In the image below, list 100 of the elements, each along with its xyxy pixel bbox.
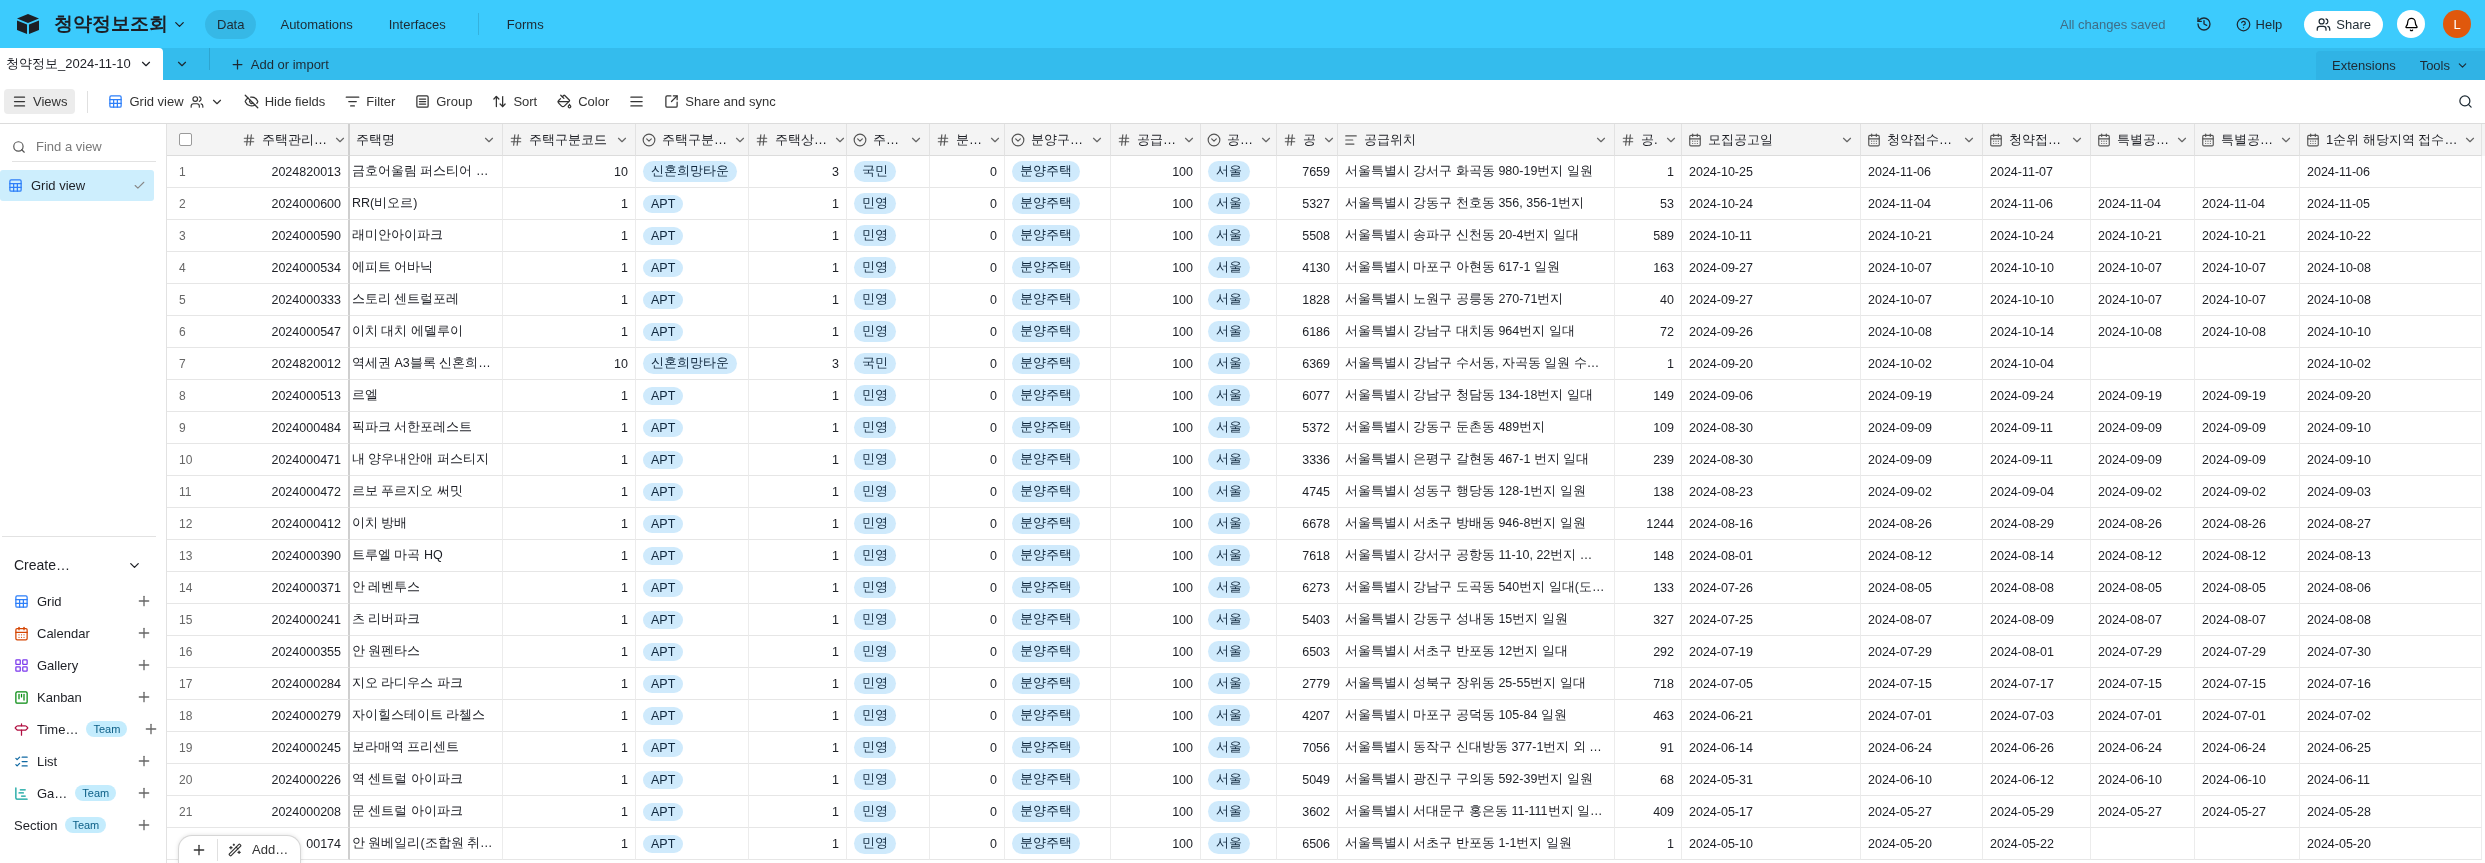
column-header[interactable]: 공급위치 xyxy=(1338,124,1615,156)
create-view-item[interactable]: Section Team xyxy=(2,809,156,841)
table-tab[interactable]: 청약정보_2024-11-10 xyxy=(0,48,163,80)
option-tag: 민영 xyxy=(854,225,896,246)
option-tag: 서울 xyxy=(1208,193,1250,214)
group-button[interactable]: Group xyxy=(407,89,481,114)
nav-tab[interactable]: Data xyxy=(205,9,257,39)
calendar-icon xyxy=(1867,132,1881,147)
column-header[interactable]: 공 xyxy=(1277,124,1338,156)
option-tag: APT xyxy=(643,578,684,597)
team-badge: Team xyxy=(86,721,128,737)
plus-icon xyxy=(136,625,152,641)
find-view-field[interactable]: Find a view xyxy=(34,138,148,155)
share-sync-button[interactable]: Share and sync xyxy=(656,89,784,114)
column-header[interactable]: 주택상… xyxy=(749,124,847,156)
option-tag: 분양주택 xyxy=(1012,833,1080,854)
create-view-item[interactable]: Gallery xyxy=(2,649,156,681)
item-label: Grid xyxy=(37,593,62,609)
lines-icon xyxy=(629,94,645,109)
create-view-item[interactable]: Kanban xyxy=(2,681,156,713)
column-header[interactable]: 모집공고일 xyxy=(1682,124,1861,156)
hash-icon xyxy=(755,132,769,147)
share-button[interactable]: Share xyxy=(2304,10,2383,38)
column-header[interactable]: 분양구… xyxy=(1005,124,1111,156)
table-cell: 1 xyxy=(749,828,847,860)
view-label: Grid view xyxy=(31,178,87,193)
column-header[interactable]: 주택구분코드 xyxy=(503,124,636,156)
option-tag: 민영 xyxy=(854,385,896,406)
create-section-toggle[interactable]: Create… xyxy=(2,549,156,581)
item-label: Time… xyxy=(37,721,79,737)
hash-icon xyxy=(242,132,256,147)
nav-tab[interactable]: Forms xyxy=(494,9,556,39)
notifications-button[interactable] xyxy=(2397,10,2425,38)
add-import-button[interactable]: Add or import xyxy=(217,48,341,80)
option-tag: 민영 xyxy=(854,577,896,598)
views-button[interactable]: Views xyxy=(4,89,76,114)
grid-icon xyxy=(8,178,23,193)
list-icon xyxy=(14,753,29,769)
column-header[interactable]: 청약접… xyxy=(1983,124,2091,156)
color-button[interactable]: Color xyxy=(549,89,618,114)
column-header[interactable]: 특별공… xyxy=(2195,124,2300,156)
column-header[interactable]: 공급… xyxy=(1111,124,1201,156)
option-tag: APT xyxy=(643,770,684,789)
plus-icon xyxy=(136,593,152,609)
nav-tab[interactable]: Interfaces xyxy=(376,9,458,39)
team-badge: Team xyxy=(75,785,117,801)
option-tag: 민영 xyxy=(854,193,896,214)
option-tag: 신혼희망타운 xyxy=(643,353,737,374)
option-tag: 분양주택 xyxy=(1012,257,1080,278)
team-badge: Team xyxy=(65,817,107,833)
option-tag: 민영 xyxy=(854,641,896,662)
column-header[interactable]: 주택구분… xyxy=(636,124,749,156)
option-tag: APT xyxy=(643,290,684,309)
column-header[interactable]: 1순위 해당지역 접수… xyxy=(2300,124,2482,156)
logo-icon xyxy=(16,13,40,35)
option-tag: 분양주택 xyxy=(1012,193,1080,214)
user-avatar[interactable]: L xyxy=(2443,10,2471,38)
calendar-icon xyxy=(2306,132,2320,147)
create-view-item[interactable]: Calendar xyxy=(2,617,156,649)
create-view-item[interactable]: Grid xyxy=(2,585,156,617)
create-view-item[interactable]: List xyxy=(2,745,156,777)
column-header[interactable]: 공… xyxy=(1201,124,1277,156)
hash-icon xyxy=(1621,132,1635,147)
column-header[interactable]: 특별공… xyxy=(2091,124,2195,156)
filter-button[interactable]: Filter xyxy=(337,89,404,114)
view-item[interactable]: Grid view xyxy=(0,170,154,201)
option-tag: APT xyxy=(643,610,684,629)
column-header[interactable]: 공. xyxy=(1615,124,1682,156)
table-cell: 2024-05-10 xyxy=(1682,828,1861,860)
column-header[interactable]: 분… xyxy=(930,124,1005,156)
option-tag: 민영 xyxy=(854,545,896,566)
item-label: Gallery xyxy=(37,657,79,673)
view-switcher[interactable]: Grid view xyxy=(100,89,232,114)
help-button[interactable]: Help xyxy=(2227,12,2291,36)
option-tag: APT xyxy=(643,322,684,341)
hide-fields-button[interactable]: Hide fields xyxy=(235,89,334,114)
add-record-button[interactable]: Add… xyxy=(178,835,302,863)
option-tag: 분양주택 xyxy=(1012,545,1080,566)
nav-tab[interactable]: Automations xyxy=(268,9,365,39)
column-header[interactable]: 청약접수… xyxy=(1861,124,1983,156)
option-tag: 서울 xyxy=(1208,801,1250,822)
option-tag: 민영 xyxy=(854,737,896,758)
base-name[interactable]: 청약정보조회 xyxy=(48,11,197,37)
option-tag: 분양주택 xyxy=(1012,769,1080,790)
column-header[interactable]: 주택관리… xyxy=(230,124,350,156)
tools-button[interactable]: Tools xyxy=(2407,51,2481,80)
extensions-button[interactable]: Extensions xyxy=(2320,51,2408,80)
create-view-item[interactable]: Ga… Team xyxy=(2,777,156,809)
table-cell: 6506 xyxy=(1277,828,1338,860)
column-header[interactable]: 주… xyxy=(847,124,930,156)
sort-button[interactable]: Sort xyxy=(484,89,546,114)
filter-icon xyxy=(345,94,361,109)
plus-icon xyxy=(136,817,152,833)
option-tag: 분양주택 xyxy=(1012,225,1080,246)
item-label: Kanban xyxy=(37,689,82,705)
column-header[interactable]: 주택명 xyxy=(350,124,503,156)
option-tag: 민영 xyxy=(854,801,896,822)
select-all-checkbox[interactable] xyxy=(179,133,192,146)
create-view-item[interactable]: Time… Team xyxy=(2,713,156,745)
option-tag: 서울 xyxy=(1208,257,1250,278)
